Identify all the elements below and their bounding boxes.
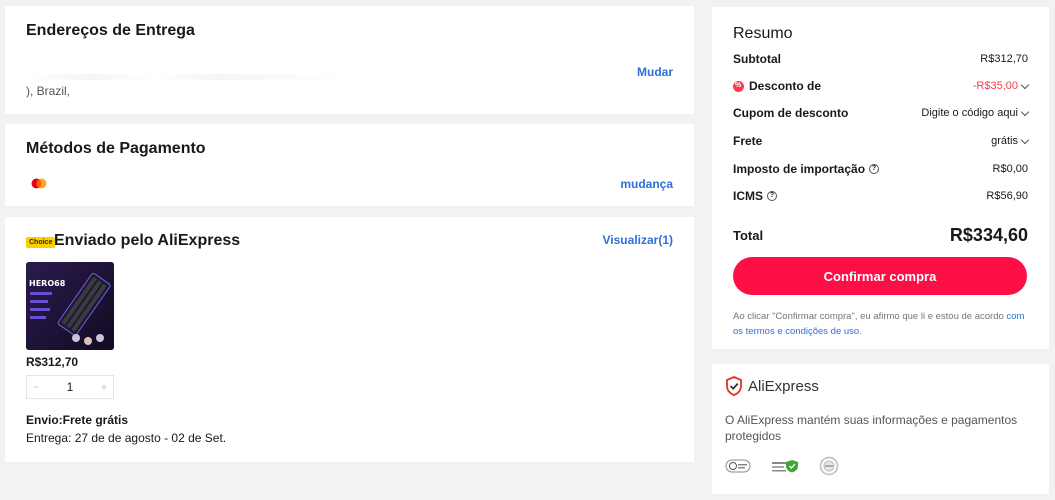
terms-notice: Ao clicar "Confirmar compra", eu afirmo … <box>733 309 1033 339</box>
subtotal-row: Subtotal R$312,70 <box>733 52 1028 66</box>
address-redacted-line <box>26 74 346 80</box>
delivery-date: Entrega: 27 de de agosto - 02 de Set. <box>26 431 227 445</box>
shipment-title: Enviado pelo AliExpress <box>54 232 241 249</box>
shipping-address-card: Endereços de Entrega ), Brazil, Mudar <box>5 6 694 114</box>
help-icon[interactable]: ? <box>869 164 880 174</box>
subtotal-value: R$312,70 <box>980 53 1028 65</box>
total-row: Total R$334,60 <box>733 225 1028 246</box>
chevron-down-icon[interactable] <box>1020 135 1030 144</box>
shield-check-icon <box>726 376 742 396</box>
quantity-value[interactable]: 1 <box>45 380 95 394</box>
chevron-down-icon[interactable] <box>1020 80 1030 89</box>
product-price: R$312,70 <box>26 355 79 369</box>
import-tax-label: Imposto de importação <box>733 162 866 176</box>
discount-row[interactable]: Desconto de -R$35,00 <box>733 79 1030 93</box>
change-address-link[interactable]: Mudar <box>637 65 673 79</box>
security-description: O AliExpress mantém suas informações e p… <box>725 413 1018 443</box>
help-icon[interactable]: ? <box>767 191 777 201</box>
terms-text: Ao clicar "Confirmar compra", eu afirmo … <box>733 311 1007 322</box>
increase-quantity-button[interactable]: + <box>95 380 113 394</box>
brand-name: AliExpress <box>748 377 819 395</box>
terms-end: . <box>859 326 862 337</box>
security-badge-icon <box>725 459 751 473</box>
address-text: ), Brazil, <box>26 84 71 98</box>
choice-badge: Choice <box>26 237 56 248</box>
icms-row: ICMS ? R$56,90 <box>733 189 1028 203</box>
payment-methods-card: Métodos de Pagamento mudança <box>5 124 694 206</box>
order-summary-card: Resumo Subtotal R$312,70 Desconto de -R$… <box>712 7 1049 349</box>
icms-value: R$56,90 <box>986 190 1028 202</box>
address-title: Endereços de Entrega <box>26 22 195 39</box>
svg-text:HERO68: HERO68 <box>29 279 66 288</box>
icms-label: ICMS <box>733 189 763 203</box>
change-payment-link[interactable]: mudança <box>620 177 673 191</box>
total-value: R$334,60 <box>949 225 1028 245</box>
summary-title: Resumo <box>733 25 793 42</box>
quantity-stepper: − 1 + <box>26 375 114 399</box>
import-tax-row: Imposto de importação ? R$0,00 <box>733 162 1028 176</box>
trust-card: AliExpress O AliExpress mantém suas info… <box>712 364 1049 494</box>
confirm-purchase-button[interactable]: Confirmar compra <box>733 257 1027 295</box>
discount-label: Desconto de <box>749 79 822 93</box>
freight-value: grátis <box>991 135 1018 147</box>
view-items-link[interactable]: Visualizar(1) <box>603 233 673 247</box>
freight-row[interactable]: Frete grátis <box>733 134 1030 148</box>
decrease-quantity-button[interactable]: − <box>27 380 45 394</box>
discount-icon <box>733 80 744 92</box>
coupon-input-trigger[interactable]: Digite o código aqui <box>921 107 1018 119</box>
coupon-label: Cupom de desconto <box>733 106 849 120</box>
subtotal-label: Subtotal <box>733 52 781 66</box>
delivery-method: Envio:Frete grátis <box>26 413 129 427</box>
discount-value: -R$35,00 <box>972 80 1018 92</box>
payment-title: Métodos de Pagamento <box>26 140 206 157</box>
shipment-card: Choice Enviado pelo AliExpress Visualiza… <box>5 217 694 462</box>
mastercard-icon <box>31 178 47 189</box>
product-image[interactable]: HERO68 <box>26 262 114 350</box>
chevron-down-icon[interactable] <box>1020 107 1030 116</box>
certification-seal-icon <box>819 456 839 476</box>
coupon-row[interactable]: Cupom de desconto Digite o código aqui <box>733 106 1030 120</box>
freight-label: Frete <box>733 134 763 148</box>
total-label: Total <box>733 228 764 243</box>
verified-shield-icon <box>772 460 798 473</box>
import-tax-value: R$0,00 <box>992 163 1028 175</box>
